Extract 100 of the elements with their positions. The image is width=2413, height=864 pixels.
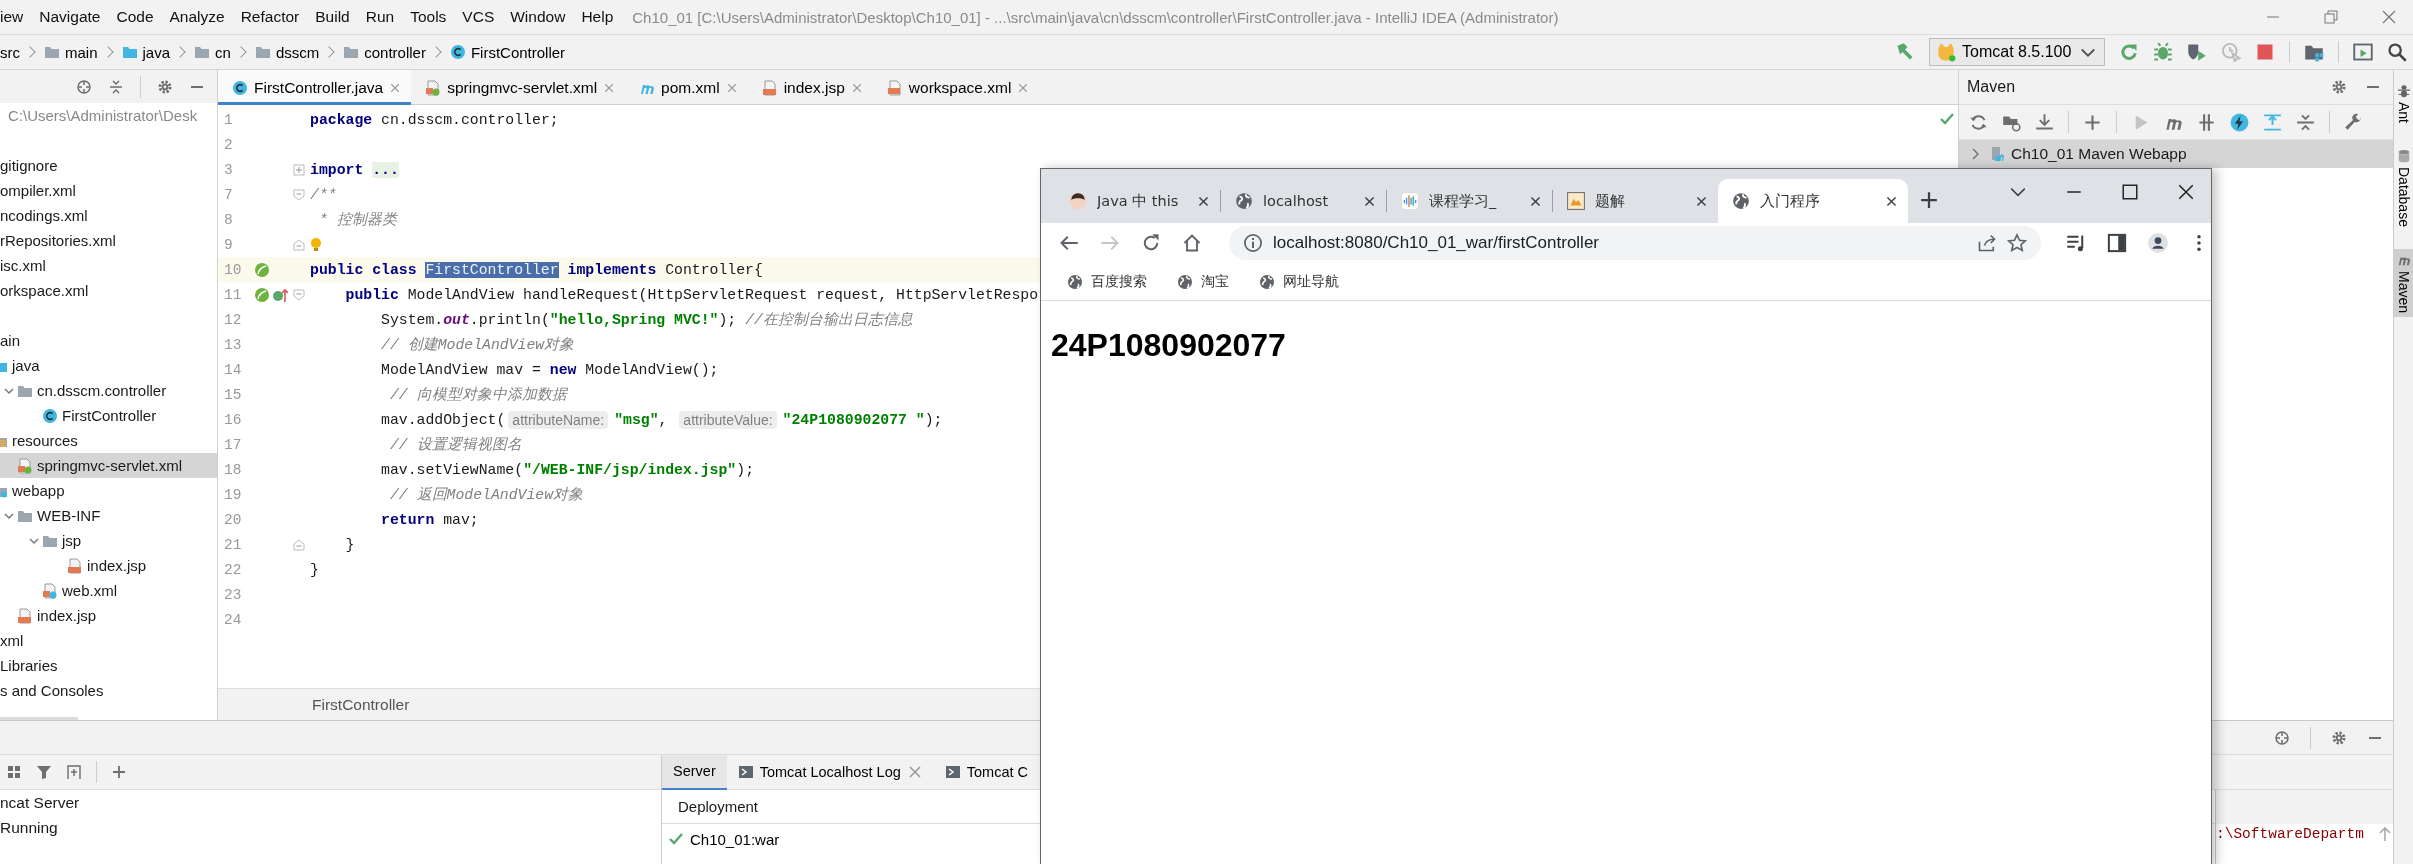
- bookmark[interactable]: 网址导航: [1253, 271, 1345, 292]
- deployment-item[interactable]: Ch10_01:war: [662, 824, 788, 854]
- tree-item[interactable]: springmvc-servlet.xml: [0, 453, 217, 478]
- tree-item[interactable]: gitignore: [0, 153, 217, 178]
- browser-tab[interactable]: 入门程序: [1718, 179, 1908, 223]
- download-icon[interactable]: [2035, 112, 2054, 132]
- side-tab[interactable]: Maven: [2394, 248, 2413, 317]
- wrench-icon[interactable]: [2344, 112, 2363, 132]
- browser-tab[interactable]: localhost: [1221, 179, 1386, 223]
- tree-item[interactable]: cn.dsscm.controller: [0, 378, 217, 403]
- lightning-icon[interactable]: [2230, 112, 2249, 132]
- bookmark[interactable]: 百度搜索: [1061, 271, 1153, 292]
- maven-project[interactable]: Ch10_01 Maven Webapp: [1959, 140, 2393, 168]
- hammer-icon[interactable]: [1895, 42, 1915, 62]
- refresh-icon[interactable]: [1969, 112, 1988, 132]
- search-icon[interactable]: [2387, 42, 2407, 62]
- collapse-icon[interactable]: [2296, 112, 2315, 132]
- tree-item[interactable]: rRepositories.xml: [0, 228, 217, 253]
- panel-tab[interactable]: Tomcat Localhost Log: [726, 754, 934, 790]
- media-icon[interactable]: [2066, 233, 2086, 253]
- bean-icon[interactable]: [254, 286, 270, 303]
- side-tab[interactable]: Database: [2394, 145, 2413, 231]
- home-icon[interactable]: [1182, 233, 1202, 253]
- service-item[interactable]: ncat Server: [0, 790, 661, 815]
- crosshair-icon[interactable]: [2274, 729, 2290, 746]
- tree-item[interactable]: resources: [0, 428, 217, 453]
- browser-tab[interactable]: 题解: [1553, 179, 1718, 223]
- close-icon[interactable]: [1885, 194, 1898, 208]
- breadcrumb-item[interactable]: src: [0, 43, 20, 61]
- tree-item[interactable]: ompiler.xml: [0, 178, 217, 203]
- side-panel-icon[interactable]: [2107, 233, 2127, 253]
- editor-tab[interactable]: springmvc-servlet.xml: [411, 70, 626, 105]
- menu-item[interactable]: iew: [0, 8, 31, 26]
- tree-item[interactable]: WEB-INF: [0, 503, 217, 528]
- tree-item[interactable]: FirstController: [0, 403, 217, 428]
- panel-tab[interactable]: Server: [662, 754, 727, 790]
- menu-item[interactable]: Navigate: [32, 8, 108, 26]
- tree-item[interactable]: Libraries: [0, 653, 217, 678]
- coverage-icon[interactable]: [2187, 42, 2207, 62]
- tree-item[interactable]: index.jsp: [0, 553, 217, 578]
- editor-tab[interactable]: FirstController.java: [218, 70, 412, 105]
- restore-icon[interactable]: [2323, 9, 2339, 25]
- close-icon[interactable]: [1695, 194, 1708, 208]
- breadcrumb-item[interactable]: dsscm: [254, 43, 320, 61]
- editor-tab[interactable]: workspace.xml: [872, 70, 1040, 105]
- tree-item[interactable]: java: [0, 353, 217, 378]
- editor-tab[interactable]: pom.xml: [625, 70, 748, 105]
- tree-item[interactable]: s and Consoles: [0, 678, 217, 703]
- bookmark[interactable]: 淘宝: [1171, 271, 1235, 292]
- star-icon[interactable]: [2007, 233, 2027, 253]
- menu-item[interactable]: Help: [574, 8, 621, 26]
- skip-tests-icon[interactable]: [2197, 112, 2216, 132]
- share-icon[interactable]: [1977, 233, 1997, 253]
- tree-item[interactable]: orkspace.xml: [0, 278, 217, 303]
- stop-icon[interactable]: [2255, 42, 2275, 62]
- up-arrow-icon[interactable]: [2377, 826, 2393, 842]
- tree-item[interactable]: ain: [0, 328, 217, 353]
- plus-icon[interactable]: [111, 764, 127, 780]
- menu-item[interactable]: Analyze: [162, 8, 232, 26]
- tree-item[interactable]: web.xml: [0, 578, 217, 603]
- implements-icon[interactable]: [272, 286, 288, 303]
- rerun-icon[interactable]: [2119, 42, 2139, 62]
- tree-item[interactable]: webapp: [0, 478, 217, 503]
- menu-item[interactable]: Code: [109, 8, 161, 26]
- settings-icon[interactable]: [2331, 729, 2347, 746]
- new-tab-icon[interactable]: [1920, 191, 1938, 209]
- breadcrumb-item[interactable]: cn: [194, 43, 231, 61]
- tree-item[interactable]: jsp: [0, 528, 217, 553]
- filter-icon[interactable]: [36, 764, 52, 780]
- collapse-icon[interactable]: [108, 78, 124, 95]
- bean-icon[interactable]: [254, 261, 270, 278]
- panel-tab[interactable]: Tomcat C: [933, 754, 1029, 790]
- tree-item[interactable]: isc.xml: [0, 253, 217, 278]
- breadcrumb-item[interactable]: controller: [343, 43, 426, 61]
- editor-breadcrumb[interactable]: FirstController: [312, 695, 410, 714]
- settings-icon[interactable]: [2331, 79, 2347, 95]
- window-icon[interactable]: [2353, 42, 2373, 62]
- info-icon[interactable]: [1243, 233, 1263, 253]
- breadcrumb-item[interactable]: java: [121, 43, 171, 61]
- browser-tab[interactable]: Java 中 this: [1055, 179, 1220, 223]
- maximize-icon[interactable]: [2121, 183, 2139, 201]
- run-configuration-dropdown[interactable]: Tomcat 8.5.100: [1929, 38, 2105, 66]
- tree-item[interactable]: xml: [0, 628, 217, 653]
- crosshair-icon[interactable]: [76, 78, 92, 95]
- add-window-icon[interactable]: [66, 764, 82, 780]
- service-item[interactable]: Running: [0, 815, 661, 840]
- menu-item[interactable]: Tools: [403, 8, 454, 26]
- scrollbar[interactable]: [0, 717, 78, 720]
- tree-item[interactable]: ncodings.xml: [0, 203, 217, 228]
- breadcrumb-item[interactable]: FirstController: [449, 43, 566, 61]
- tree-item[interactable]: index.jsp: [0, 603, 217, 628]
- menu-item[interactable]: Build: [308, 8, 357, 26]
- menu-item[interactable]: Refactor: [233, 8, 307, 26]
- menu-item[interactable]: VCS: [455, 8, 502, 26]
- close-icon[interactable]: [1197, 194, 1210, 208]
- lightbulb-icon[interactable]: [308, 236, 324, 253]
- close-icon[interactable]: [1529, 194, 1542, 208]
- browser-tab[interactable]: 课程学习_: [1387, 179, 1552, 223]
- reload-icon[interactable]: [1141, 233, 1161, 253]
- profile-icon[interactable]: [2148, 233, 2168, 253]
